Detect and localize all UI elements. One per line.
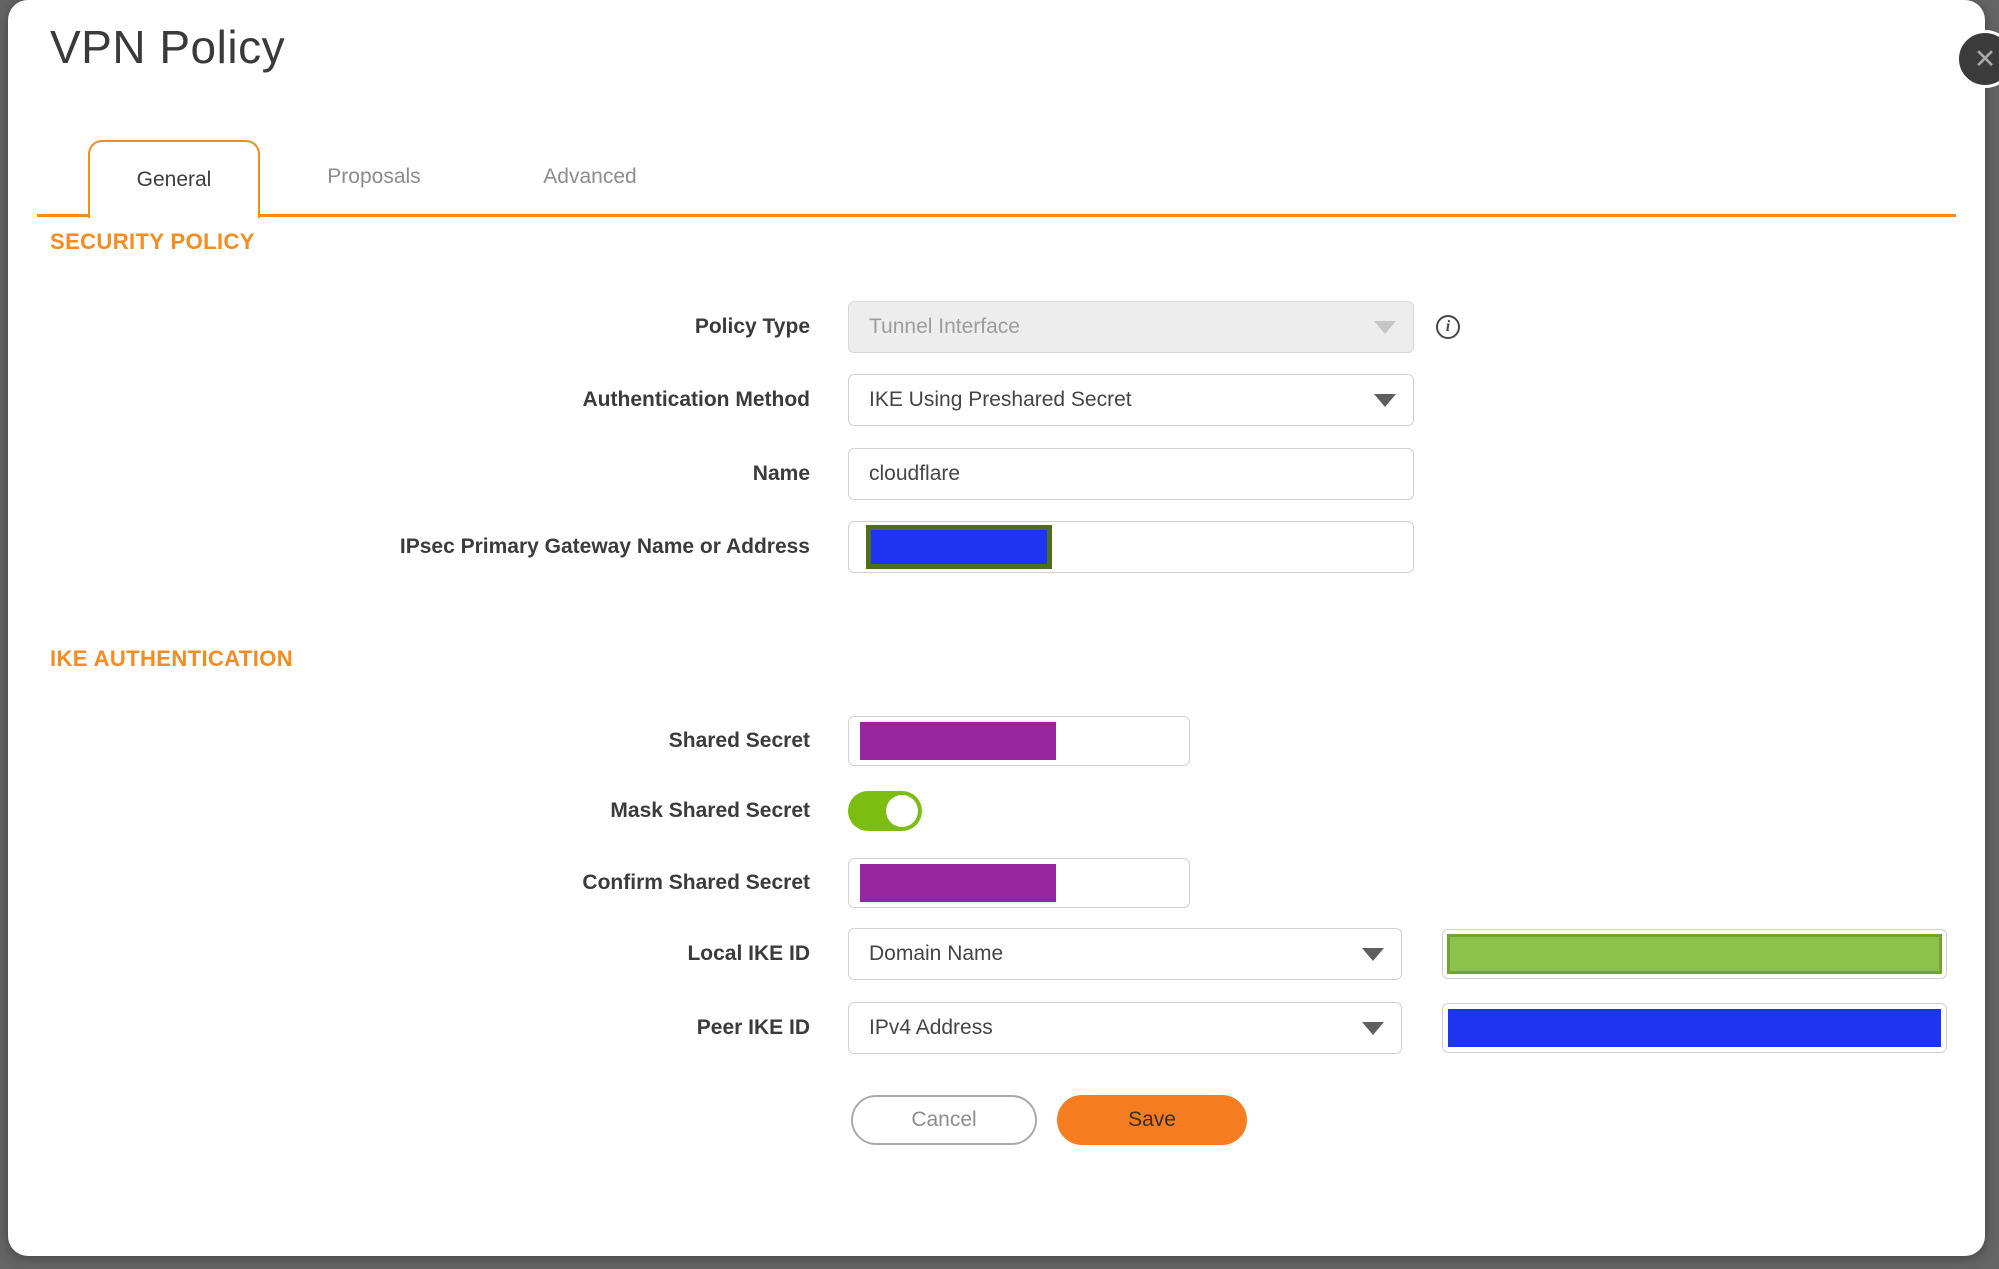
peer-ike-id-input[interactable]	[1442, 1003, 1947, 1053]
section-title-security-policy: SECURITY POLICY	[50, 229, 255, 254]
tab-proposals[interactable]: Proposals	[288, 140, 460, 214]
cancel-button[interactable]: Cancel	[851, 1095, 1037, 1145]
section-title-ike-authentication: IKE AUTHENTICATION	[50, 646, 294, 671]
peer-ike-id-select[interactable]: IPv4 Address	[848, 1002, 1402, 1054]
confirm-shared-secret-redacted-value	[860, 864, 1056, 902]
name-row: Name cloudflare	[8, 448, 1414, 500]
ipsec-primary-gateway-row: IPsec Primary Gateway Name or Address	[8, 521, 1414, 573]
peer-ike-id-row: Peer IKE ID IPv4 Address	[8, 1002, 1947, 1054]
peer-ike-id-type-value: IPv4 Address	[869, 1016, 993, 1039]
local-ike-id-type-value: Domain Name	[869, 942, 1004, 965]
authentication-method-value: IKE Using Preshared Secret	[869, 388, 1132, 411]
shared-secret-redacted-value	[860, 722, 1056, 760]
shared-secret-input[interactable]	[848, 716, 1190, 766]
confirm-shared-secret-row: Confirm Shared Secret	[8, 858, 1190, 908]
peer-ike-id-redacted-value	[1448, 1009, 1941, 1047]
name-input-value: cloudflare	[869, 462, 961, 485]
local-ike-id-label: Local IKE ID	[687, 942, 810, 965]
shared-secret-label: Shared Secret	[668, 729, 810, 752]
authentication-method-select[interactable]: IKE Using Preshared Secret	[848, 374, 1414, 426]
local-ike-id-row: Local IKE ID Domain Name	[8, 928, 1947, 980]
tab-general[interactable]: General	[88, 140, 260, 218]
close-icon: ✕	[1973, 43, 1997, 74]
shared-secret-row: Shared Secret	[8, 716, 1190, 766]
local-ike-id-input[interactable]	[1442, 929, 1947, 979]
modal-backdrop: { "title": "VPN Policy", "icons": { "clo…	[0, 0, 1999, 1269]
tab-general-label: General	[136, 168, 212, 191]
gateway-redacted-value	[866, 525, 1052, 569]
tab-advanced-label: Advanced	[543, 165, 637, 188]
save-button[interactable]: Save	[1057, 1095, 1247, 1145]
policy-type-row: Policy Type Tunnel Interface i	[8, 301, 1460, 353]
name-input[interactable]: cloudflare	[848, 448, 1414, 500]
policy-type-select[interactable]: Tunnel Interface	[848, 301, 1414, 353]
tab-underline	[37, 214, 1956, 217]
chevron-down-icon	[1362, 1022, 1384, 1035]
mask-shared-secret-row: Mask Shared Secret	[8, 790, 922, 832]
vpn-policy-dialog: VPN Policy General Proposals Advanced SE…	[8, 0, 1985, 1256]
mask-shared-secret-label: Mask Shared Secret	[610, 799, 810, 822]
policy-type-value: Tunnel Interface	[869, 315, 1020, 338]
tab-proposals-label: Proposals	[327, 165, 421, 188]
chevron-down-icon	[1374, 321, 1396, 334]
dialog-actions: Cancel Save	[851, 1095, 1247, 1145]
authentication-method-row: Authentication Method IKE Using Preshare…	[8, 374, 1414, 426]
local-ike-id-select[interactable]: Domain Name	[848, 928, 1402, 980]
info-icon[interactable]: i	[1436, 315, 1460, 339]
mask-shared-secret-toggle[interactable]	[848, 791, 922, 831]
policy-type-label: Policy Type	[694, 315, 810, 338]
chevron-down-icon	[1374, 394, 1396, 407]
toggle-knob	[886, 795, 918, 827]
tab-advanced[interactable]: Advanced	[504, 140, 676, 214]
local-ike-id-redacted-value	[1447, 934, 1942, 974]
name-label: Name	[752, 462, 810, 485]
chevron-down-icon	[1362, 948, 1384, 961]
page-title: VPN Policy	[50, 21, 286, 73]
confirm-shared-secret-label: Confirm Shared Secret	[582, 871, 810, 894]
ipsec-primary-gateway-label: IPsec Primary Gateway Name or Address	[399, 535, 810, 558]
peer-ike-id-label: Peer IKE ID	[696, 1016, 810, 1039]
ipsec-primary-gateway-input[interactable]	[848, 521, 1414, 573]
confirm-shared-secret-input[interactable]	[848, 858, 1190, 908]
authentication-method-label: Authentication Method	[582, 388, 810, 411]
